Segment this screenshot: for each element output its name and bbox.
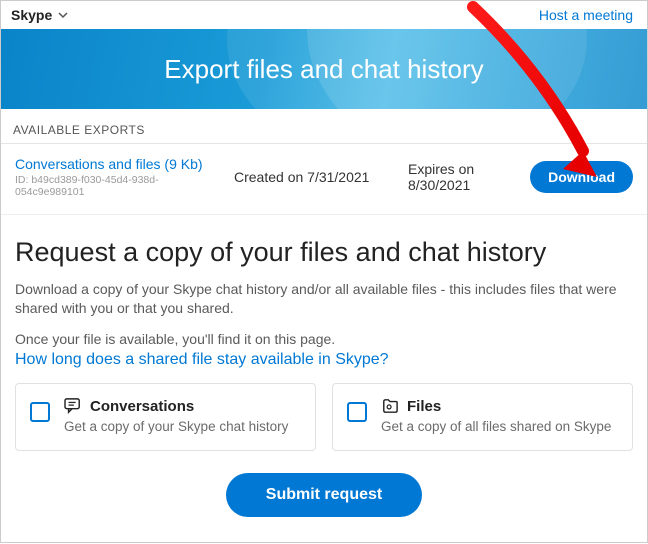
option-files-card[interactable]: Files Get a copy of all files shared on … bbox=[332, 383, 633, 451]
export-expires-label: Expires on 8/30/2021 bbox=[408, 161, 516, 193]
export-created-label: Created on 7/31/2021 bbox=[234, 169, 394, 185]
faq-link[interactable]: How long does a shared file stay availab… bbox=[15, 351, 389, 368]
top-bar: Skype Host a meeting bbox=[1, 1, 647, 29]
chat-icon bbox=[64, 398, 82, 414]
export-title-link[interactable]: Conversations and files (9 Kb) bbox=[15, 156, 220, 172]
availability-note: Once your file is available, you'll find… bbox=[15, 330, 633, 349]
available-exports-heading: AVAILABLE EXPORTS bbox=[1, 109, 647, 144]
conversations-title: Conversations bbox=[90, 398, 194, 415]
files-checkbox[interactable] bbox=[347, 402, 367, 422]
files-icon bbox=[381, 398, 399, 414]
export-row: Conversations and files (9 Kb) ID: b49cd… bbox=[1, 144, 647, 215]
request-heading: Request a copy of your files and chat hi… bbox=[15, 237, 633, 268]
export-id-label: ID: b49cd389-f030-45d4-938d-054c9e989101 bbox=[15, 174, 220, 198]
files-desc: Get a copy of all files shared on Skype bbox=[381, 419, 611, 434]
conversations-checkbox[interactable] bbox=[30, 402, 50, 422]
brand-label: Skype bbox=[11, 7, 52, 23]
submit-request-button[interactable]: Submit request bbox=[226, 473, 422, 517]
page-banner: Export files and chat history bbox=[1, 29, 647, 109]
host-meeting-link[interactable]: Host a meeting bbox=[539, 7, 633, 23]
banner-title: Export files and chat history bbox=[164, 54, 483, 85]
download-button[interactable]: Download bbox=[530, 161, 633, 193]
request-description: Download a copy of your Skype chat histo… bbox=[15, 280, 633, 318]
files-title: Files bbox=[407, 398, 441, 415]
chevron-down-icon bbox=[58, 10, 68, 20]
brand-dropdown[interactable]: Skype bbox=[11, 7, 68, 23]
conversations-desc: Get a copy of your Skype chat history bbox=[64, 419, 288, 434]
option-conversations-card[interactable]: Conversations Get a copy of your Skype c… bbox=[15, 383, 316, 451]
